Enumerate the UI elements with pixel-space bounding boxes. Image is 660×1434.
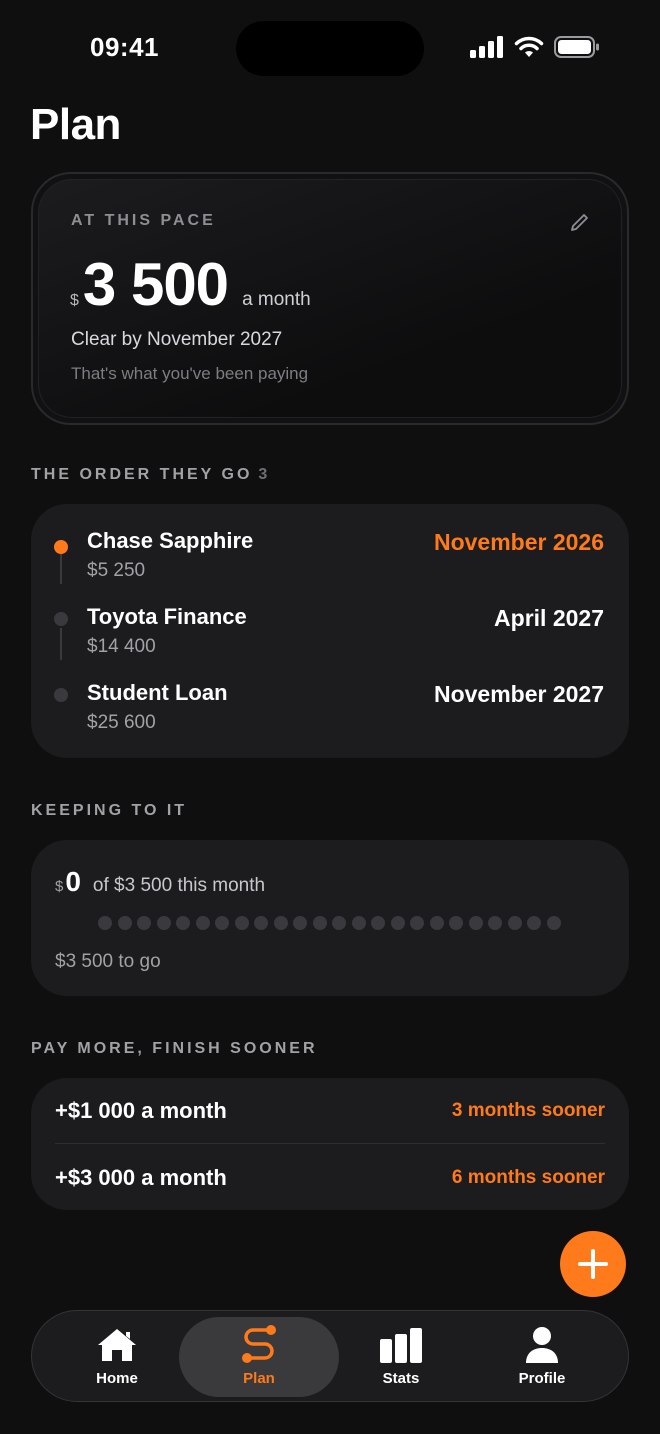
debt-row[interactable]: Student Loan $25 600 November 2027 xyxy=(31,680,629,740)
progress-dot xyxy=(273,916,288,930)
status-time: 09:41 xyxy=(90,32,159,62)
status-icons xyxy=(470,36,600,58)
progress-dot xyxy=(117,916,132,930)
tab-label: Profile xyxy=(518,1370,566,1387)
progress-dot xyxy=(195,916,210,930)
progress-dot xyxy=(351,916,366,930)
progress-dot xyxy=(449,916,463,930)
timeline-dot xyxy=(54,612,68,626)
order-section-header: THE ORDER THEY GO 3 xyxy=(31,466,270,484)
order-header-label: THE ORDER THEY GO xyxy=(31,466,253,483)
debt-name: Toyota Finance xyxy=(87,604,247,629)
progress-dot xyxy=(488,916,502,930)
bar-chart-icon xyxy=(380,1328,422,1363)
progress-dot xyxy=(312,916,327,930)
person-icon xyxy=(526,1327,558,1363)
tab-label: Home xyxy=(96,1370,138,1387)
progress-dot xyxy=(176,916,190,930)
progress-dot xyxy=(507,916,522,930)
keeping-currency: $ xyxy=(55,878,64,895)
order-card: Chase Sapphire $5 250 November 2026 Toyo… xyxy=(31,504,629,758)
wifi-icon xyxy=(514,36,544,57)
battery-icon xyxy=(554,36,599,58)
progress-dot xyxy=(234,916,249,930)
keeping-section-header: KEEPING TO IT xyxy=(31,802,188,819)
pace-unit: a month xyxy=(242,289,311,310)
pace-amount: $ 3 500 a month xyxy=(70,250,311,319)
progress-dot xyxy=(332,916,346,930)
pace-value: 3 500 xyxy=(82,251,229,318)
add-button[interactable] xyxy=(560,1231,626,1297)
paymore-amount: +$1 000 a month xyxy=(55,1098,227,1123)
progress-dot xyxy=(429,916,444,930)
divider xyxy=(55,1143,605,1144)
paymore-section-header: PAY MORE, FINISH SOONER xyxy=(31,1040,318,1057)
keeping-paid-value: 0 xyxy=(65,866,81,897)
progress-dot xyxy=(468,916,483,930)
paymore-option[interactable]: +$1 000 a month 3 months sooner xyxy=(55,1078,605,1144)
status-bar: 09:41 xyxy=(0,0,660,96)
page-title: Plan xyxy=(30,100,121,149)
debt-row[interactable]: Chase Sapphire $5 250 November 2026 xyxy=(31,528,629,588)
timeline-dot xyxy=(54,688,68,702)
debt-payoff-date: April 2027 xyxy=(494,605,604,631)
pace-label: AT THIS PACE xyxy=(71,212,216,229)
progress-dot xyxy=(546,916,561,930)
progress-dot xyxy=(371,916,385,930)
tab-stats[interactable]: Stats xyxy=(326,1317,476,1397)
progress-dot xyxy=(410,916,424,930)
progress-dot xyxy=(293,916,307,930)
progress-dot xyxy=(254,916,268,930)
tab-label: Stats xyxy=(382,1370,420,1387)
paymore-result: 6 months sooner xyxy=(451,1167,605,1188)
pace-clear-date: Clear by November 2027 xyxy=(71,329,283,350)
debt-row[interactable]: Toyota Finance $14 400 April 2027 xyxy=(31,604,629,664)
dynamic-island xyxy=(236,21,424,76)
keeping-amount: $ 0 of $3 500 this month xyxy=(55,866,265,898)
progress-dot xyxy=(137,916,151,930)
pace-note: That's what you've been paying xyxy=(71,364,309,383)
debt-payoff-date: November 2027 xyxy=(433,681,604,707)
debt-amount: $14 400 xyxy=(87,636,156,657)
tab-home[interactable]: Home xyxy=(42,1317,192,1397)
debt-amount: $5 250 xyxy=(87,560,146,581)
route-icon xyxy=(242,1325,276,1363)
progress-dot xyxy=(527,916,541,930)
tab-plan[interactable]: Plan xyxy=(179,1317,339,1397)
paymore-card: +$1 000 a month 3 months sooner +$3 000 … xyxy=(31,1078,629,1210)
progress-dot xyxy=(156,916,171,930)
keeping-card: $ 0 of $3 500 this month $3 500 to go xyxy=(31,840,629,996)
pencil-icon[interactable] xyxy=(568,210,592,234)
order-count: 3 xyxy=(258,466,271,483)
debt-payoff-date: November 2026 xyxy=(433,529,604,555)
pace-currency: $ xyxy=(70,292,79,309)
signal-icon xyxy=(470,36,503,58)
tab-bar: Home Plan Stats Profile xyxy=(31,1310,629,1402)
debt-name: Chase Sapphire xyxy=(87,528,254,553)
paymore-option[interactable]: +$3 000 a month 6 months sooner xyxy=(55,1145,605,1211)
timeline-dot-active xyxy=(54,540,68,554)
debt-amount: $25 600 xyxy=(87,712,156,733)
progress-dots xyxy=(98,916,561,930)
progress-dot xyxy=(215,916,229,930)
tab-profile[interactable]: Profile xyxy=(467,1317,617,1397)
progress-dot xyxy=(390,916,405,930)
paymore-result: 3 months sooner xyxy=(451,1100,605,1121)
plus-icon xyxy=(578,1249,608,1279)
home-icon xyxy=(98,1329,136,1361)
debt-name: Student Loan xyxy=(87,680,228,705)
keeping-to-go: $3 500 to go xyxy=(55,951,161,972)
paymore-amount: +$3 000 a month xyxy=(55,1165,227,1190)
keeping-of-text: of $3 500 this month xyxy=(92,875,266,896)
tab-label: Plan xyxy=(243,1370,275,1387)
progress-dot xyxy=(98,916,112,930)
